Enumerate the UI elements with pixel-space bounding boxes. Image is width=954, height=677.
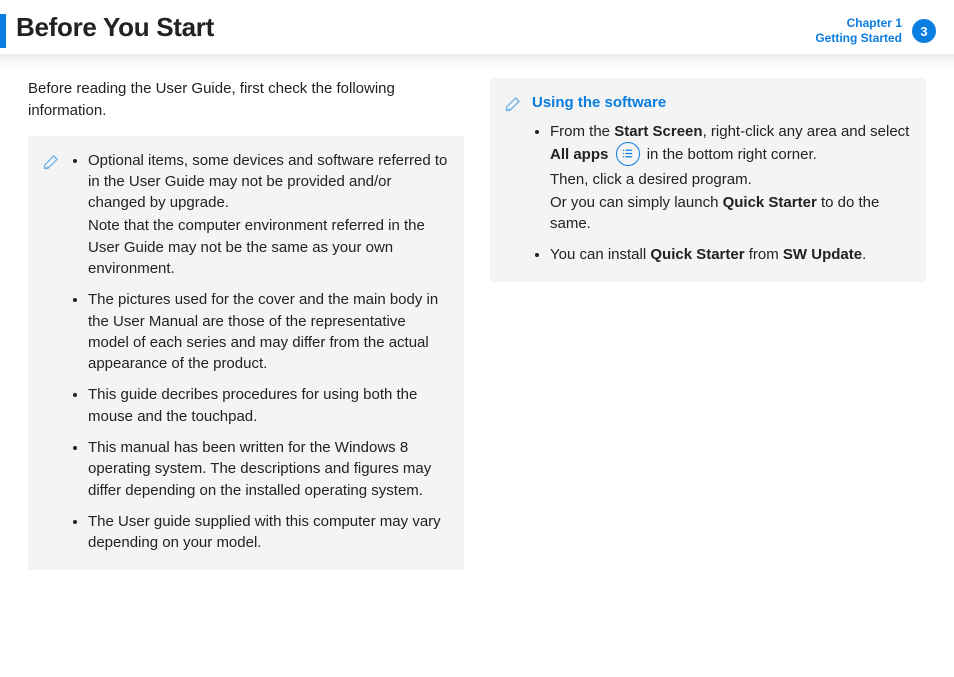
left-column: Before reading the User Guide, first che… bbox=[28, 78, 464, 570]
intro-text: Before reading the User Guide, first che… bbox=[28, 78, 464, 122]
bold-text: All apps bbox=[550, 146, 608, 163]
bold-text: Start Screen bbox=[614, 123, 702, 140]
document-page: Before You Start Chapter 1 Getting Start… bbox=[0, 0, 954, 677]
item-text: Optional items, some devices and softwar… bbox=[88, 152, 447, 212]
item-subtext: Or you can simply launch Quick Starter t… bbox=[550, 192, 910, 235]
item-subtext: Then, click a desired program. bbox=[550, 169, 910, 190]
chapter-subtitle: Getting Started bbox=[815, 31, 902, 46]
notes-content: Optional items, some devices and softwar… bbox=[70, 150, 448, 554]
note-icon bbox=[42, 151, 62, 171]
text-fragment: from bbox=[745, 246, 783, 263]
software-content: Using the software From the Start Screen… bbox=[532, 92, 910, 266]
page-header: Before You Start Chapter 1 Getting Start… bbox=[0, 0, 954, 54]
bold-text: Quick Starter bbox=[650, 246, 744, 263]
page-title: Before You Start bbox=[16, 12, 815, 43]
item-text: The pictures used for the cover and the … bbox=[88, 291, 438, 372]
list-item: You can install Quick Starter from SW Up… bbox=[550, 244, 910, 265]
item-text: The User guide supplied with this comput… bbox=[88, 513, 441, 551]
notes-box: Optional items, some devices and softwar… bbox=[28, 136, 464, 570]
page-number-badge: 3 bbox=[912, 19, 936, 43]
software-list: From the Start Screen, right-click any a… bbox=[532, 121, 910, 265]
software-box: Using the software From the Start Screen… bbox=[490, 78, 926, 282]
list-item: This manual has been written for the Win… bbox=[88, 437, 448, 501]
software-box-title: Using the software bbox=[532, 92, 910, 113]
text-fragment: . bbox=[862, 246, 866, 263]
list-item: From the Start Screen, right-click any a… bbox=[550, 121, 910, 234]
notes-list: Optional items, some devices and softwar… bbox=[70, 150, 448, 554]
content-columns: Before reading the User Guide, first che… bbox=[0, 78, 954, 570]
bold-text: SW Update bbox=[783, 246, 862, 263]
list-item: The User guide supplied with this comput… bbox=[88, 511, 448, 554]
right-column: Using the software From the Start Screen… bbox=[490, 78, 926, 570]
chapter-number: Chapter 1 bbox=[815, 16, 902, 31]
bold-text: Quick Starter bbox=[723, 194, 817, 211]
text-fragment: in the bottom right corner. bbox=[643, 146, 817, 163]
chapter-indicator: Chapter 1 Getting Started 3 bbox=[815, 12, 936, 46]
list-item: The pictures used for the cover and the … bbox=[88, 289, 448, 374]
text-fragment: From the bbox=[550, 123, 614, 140]
text-fragment: Or you can simply launch bbox=[550, 194, 723, 211]
list-item: Optional items, some devices and softwar… bbox=[88, 150, 448, 280]
item-subtext: Note that the computer environment refer… bbox=[88, 215, 448, 279]
page-number: 3 bbox=[920, 24, 927, 39]
all-apps-icon bbox=[616, 142, 640, 166]
item-text: This guide decribes procedures for using… bbox=[88, 386, 417, 424]
header-shadow bbox=[0, 54, 954, 68]
text-fragment: You can install bbox=[550, 246, 650, 263]
list-item: This guide decribes procedures for using… bbox=[88, 384, 448, 427]
header-accent-bar bbox=[0, 14, 6, 48]
item-text: This manual has been written for the Win… bbox=[88, 439, 431, 499]
note-icon bbox=[504, 93, 524, 113]
text-fragment: , right-click any area and select bbox=[703, 123, 910, 140]
chapter-text: Chapter 1 Getting Started bbox=[815, 16, 902, 46]
